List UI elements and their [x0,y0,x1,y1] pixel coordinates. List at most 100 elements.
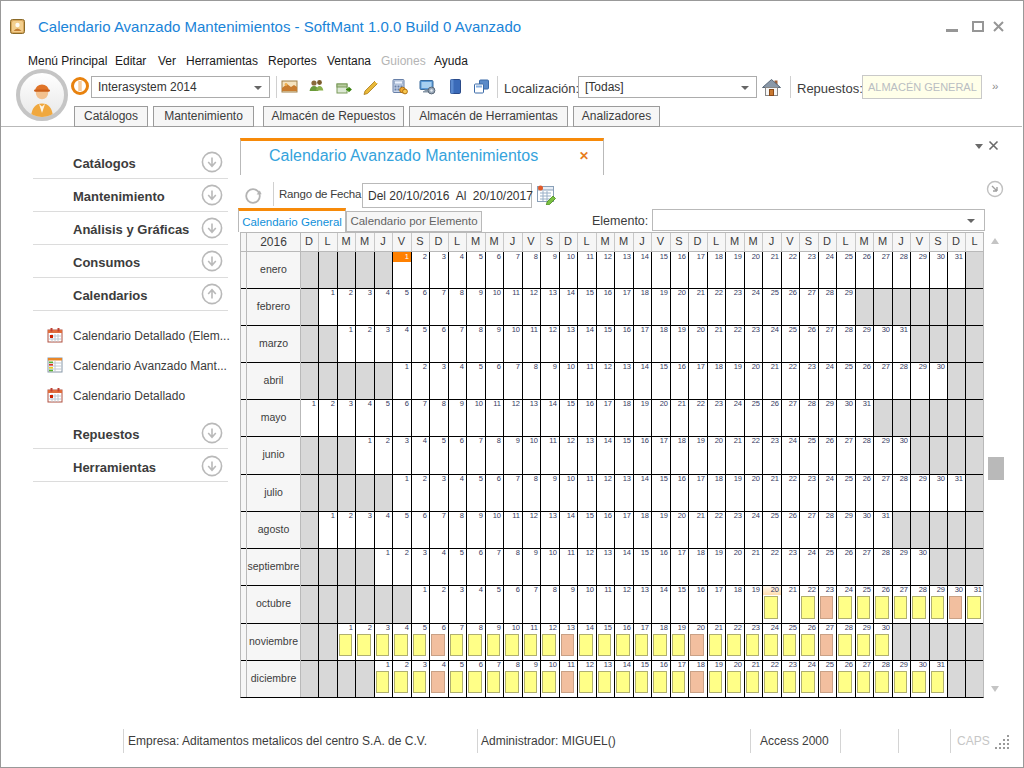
day-cell[interactable]: 7 [448,624,464,632]
day-cell[interactable]: 28 [873,549,890,557]
day-cell[interactable]: 2 [318,400,335,408]
scrollbar-down-icon[interactable] [990,684,1000,693]
day-cell[interactable]: 16 [670,363,686,371]
day-cell[interactable]: 29 [910,253,927,261]
day-cell[interactable]: 2 [429,586,446,594]
event-box[interactable] [764,634,778,656]
day-cell[interactable]: 7 [503,363,520,371]
day-cell[interactable]: 13 [614,253,631,261]
day-cell[interactable]: 1 [318,512,335,520]
day-cell[interactable]: 17 [670,661,686,669]
event-box[interactable] [949,596,962,619]
day-cell[interactable]: 28 [799,400,816,408]
day-cell[interactable]: 28 [836,326,853,334]
avatar[interactable] [16,69,68,121]
day-cell[interactable]: 29 [910,475,927,483]
day-cell[interactable]: 11 [485,400,501,408]
day-cell[interactable]: 14 [633,475,649,483]
day-cell[interactable]: 15 [670,586,686,594]
nav-tab-cat-logos[interactable]: Catálogos [74,106,148,127]
elemento-combo[interactable] [652,209,985,231]
day-cell[interactable]: 8 [540,586,557,594]
day-cell[interactable]: 27 [818,326,834,334]
day-cell[interactable]: 4 [392,326,409,334]
day-cell[interactable]: 30 [892,437,908,445]
day-cell[interactable]: 27 [873,363,890,371]
day-cell[interactable]: 14 [651,586,668,594]
day-cell[interactable]: 10 [559,363,575,371]
day-cell[interactable]: 13 [540,512,557,520]
day-cell[interactable]: 26 [836,661,853,669]
day-cell[interactable]: 4 [448,363,464,371]
day-cell[interactable]: 15 [633,549,649,557]
day-cell[interactable]: 6 [429,624,446,632]
day-cell[interactable]: 19 [651,289,668,297]
day-cell[interactable]: 2 [374,437,390,445]
localizacion-combo[interactable]: [Todas] [578,76,757,98]
day-cell[interactable]: 6 [411,289,427,297]
day-cell[interactable]: 18 [707,475,723,483]
day-cell[interactable]: 2 [411,253,427,261]
calendar-edit-icon[interactable] [536,184,557,205]
day-cell[interactable]: 11 [559,661,575,669]
sidebar-section-cat-logos[interactable]: Catálogos [33,154,228,180]
day-cell[interactable]: 2 [392,549,409,557]
day-cell[interactable]: 1 [392,253,409,261]
nav-tab-analizadores[interactable]: Analizadores [573,106,660,127]
event-box[interactable] [801,671,815,693]
day-cell[interactable]: 20 [670,289,686,297]
day-cell[interactable]: 20 [670,512,686,520]
event-box[interactable] [505,671,519,693]
day-cell[interactable]: 25 [818,549,834,557]
event-box[interactable] [857,596,870,619]
day-cell[interactable]: 11 [559,549,575,557]
event-box[interactable] [653,634,667,656]
day-cell[interactable]: 29 [818,400,834,408]
day-cell[interactable]: 17 [688,363,705,371]
day-cell[interactable]: 3 [355,512,372,520]
event-box[interactable] [746,671,759,693]
event-box[interactable] [635,671,648,693]
event-box[interactable] [783,634,796,656]
day-cell[interactable]: 1 [318,289,335,297]
day-cell[interactable]: 19 [725,253,742,261]
day-cell[interactable]: 28 [855,437,871,445]
day-cell[interactable]: 15 [577,289,594,297]
day-cell[interactable]: 11 [596,586,612,594]
day-cell[interactable]: 19 [651,512,668,520]
day-cell[interactable]: 29 [855,326,871,334]
monitor-gear-icon[interactable] [419,78,436,95]
day-cell[interactable]: 1 [411,586,427,594]
day-cell[interactable]: 25 [762,512,779,520]
event-box[interactable] [431,671,445,693]
day-cell[interactable]: 13 [596,549,612,557]
day-cell[interactable]: 8 [429,400,446,408]
day-cell[interactable]: 5 [374,400,390,408]
day-cell[interactable]: 17 [633,326,649,334]
day-cell[interactable]: 9 [448,400,464,408]
expand-section-icon[interactable] [201,217,223,239]
event-box[interactable] [894,596,907,619]
day-cell[interactable]: 18 [633,512,649,520]
day-cell[interactable]: 4 [355,400,372,408]
day-cell[interactable]: 19 [707,661,723,669]
day-cell[interactable]: 10 [485,289,501,297]
event-box[interactable] [635,634,648,656]
day-cell[interactable]: 30 [929,253,945,261]
day-cell[interactable]: 22 [799,586,816,594]
day-cell[interactable]: 2 [337,512,353,520]
day-cell[interactable]: 13 [559,326,575,334]
day-cell[interactable]: 10 [503,624,520,632]
day-cell[interactable]: 7 [485,661,501,669]
event-box[interactable] [820,634,833,656]
day-cell[interactable]: 12 [540,326,557,334]
day-cell[interactable]: 21 [725,437,742,445]
day-cell[interactable]: 24 [818,253,834,261]
event-box[interactable] [542,671,556,693]
day-cell[interactable]: 6 [485,475,501,483]
event-box[interactable] [431,634,445,656]
day-cell[interactable]: 31 [855,400,871,408]
day-cell[interactable]: 18 [614,400,631,408]
day-cell[interactable]: 7 [485,549,501,557]
day-cell[interactable]: 8 [466,624,483,632]
